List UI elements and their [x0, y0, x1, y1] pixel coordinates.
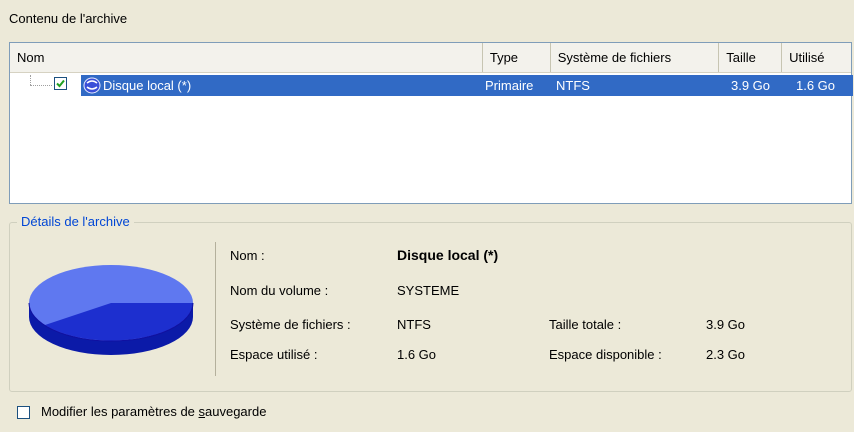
modify-settings-checkbox[interactable]	[17, 406, 30, 419]
row-filesystem: NTFS	[556, 78, 590, 93]
modify-label-part2: auvegarde	[205, 404, 267, 419]
row-type: Primaire	[485, 78, 534, 93]
details-separator	[215, 242, 216, 376]
list-header: Nom Type Système de fichiers Taille Util…	[10, 43, 851, 73]
name-value: Disque local (*)	[397, 247, 499, 263]
disk-icon	[83, 77, 101, 94]
table-row[interactable]: Disque local (*) Primaire NTFS 3.9 Go 1.…	[10, 75, 853, 96]
modify-settings-label[interactable]: Modifier les paramètres de sauvegarde	[41, 404, 266, 419]
archive-contents-title: Contenu de l'archive	[9, 11, 128, 26]
used-space-value: 1.6 Go	[397, 347, 437, 362]
disk-usage-pie-chart	[28, 265, 194, 355]
filesystem-value: NTFS	[397, 317, 431, 332]
column-header-name[interactable]: Nom	[10, 43, 483, 72]
archive-details-title: Détails de l'archive	[17, 214, 134, 229]
tree-line	[30, 75, 32, 85]
free-space-value: 2.3 Go	[706, 347, 746, 362]
total-size-value: 3.9 Go	[706, 317, 746, 332]
checkmark-icon	[56, 79, 65, 88]
column-header-used[interactable]: Utilisé	[782, 43, 851, 72]
column-header-size[interactable]: Taille	[719, 43, 783, 72]
tree-line	[30, 85, 52, 87]
filesystem-label: Système de fichiers :	[230, 317, 351, 332]
name-label: Nom :	[230, 248, 265, 263]
total-size-label: Taille totale :	[549, 317, 622, 332]
selected-row-highlight[interactable]: Disque local (*) Primaire NTFS 3.9 Go 1.…	[81, 75, 853, 96]
row-used: 1.6 Go	[796, 78, 836, 93]
modify-label-part1: Modifier les paramètres de	[41, 404, 199, 419]
column-header-filesystem[interactable]: Système de fichiers	[551, 43, 720, 72]
partition-checkbox[interactable]	[54, 77, 67, 90]
row-name: Disque local (*)	[103, 78, 192, 93]
free-space-label: Espace disponible :	[549, 347, 662, 362]
volume-value: SYSTEME	[397, 283, 460, 298]
column-header-type[interactable]: Type	[483, 43, 551, 72]
archive-contents-list[interactable]: Nom Type Système de fichiers Taille Util…	[9, 42, 853, 204]
used-space-label: Espace utilisé :	[230, 347, 318, 362]
row-size: 3.9 Go	[731, 78, 771, 93]
volume-label: Nom du volume :	[230, 283, 329, 298]
